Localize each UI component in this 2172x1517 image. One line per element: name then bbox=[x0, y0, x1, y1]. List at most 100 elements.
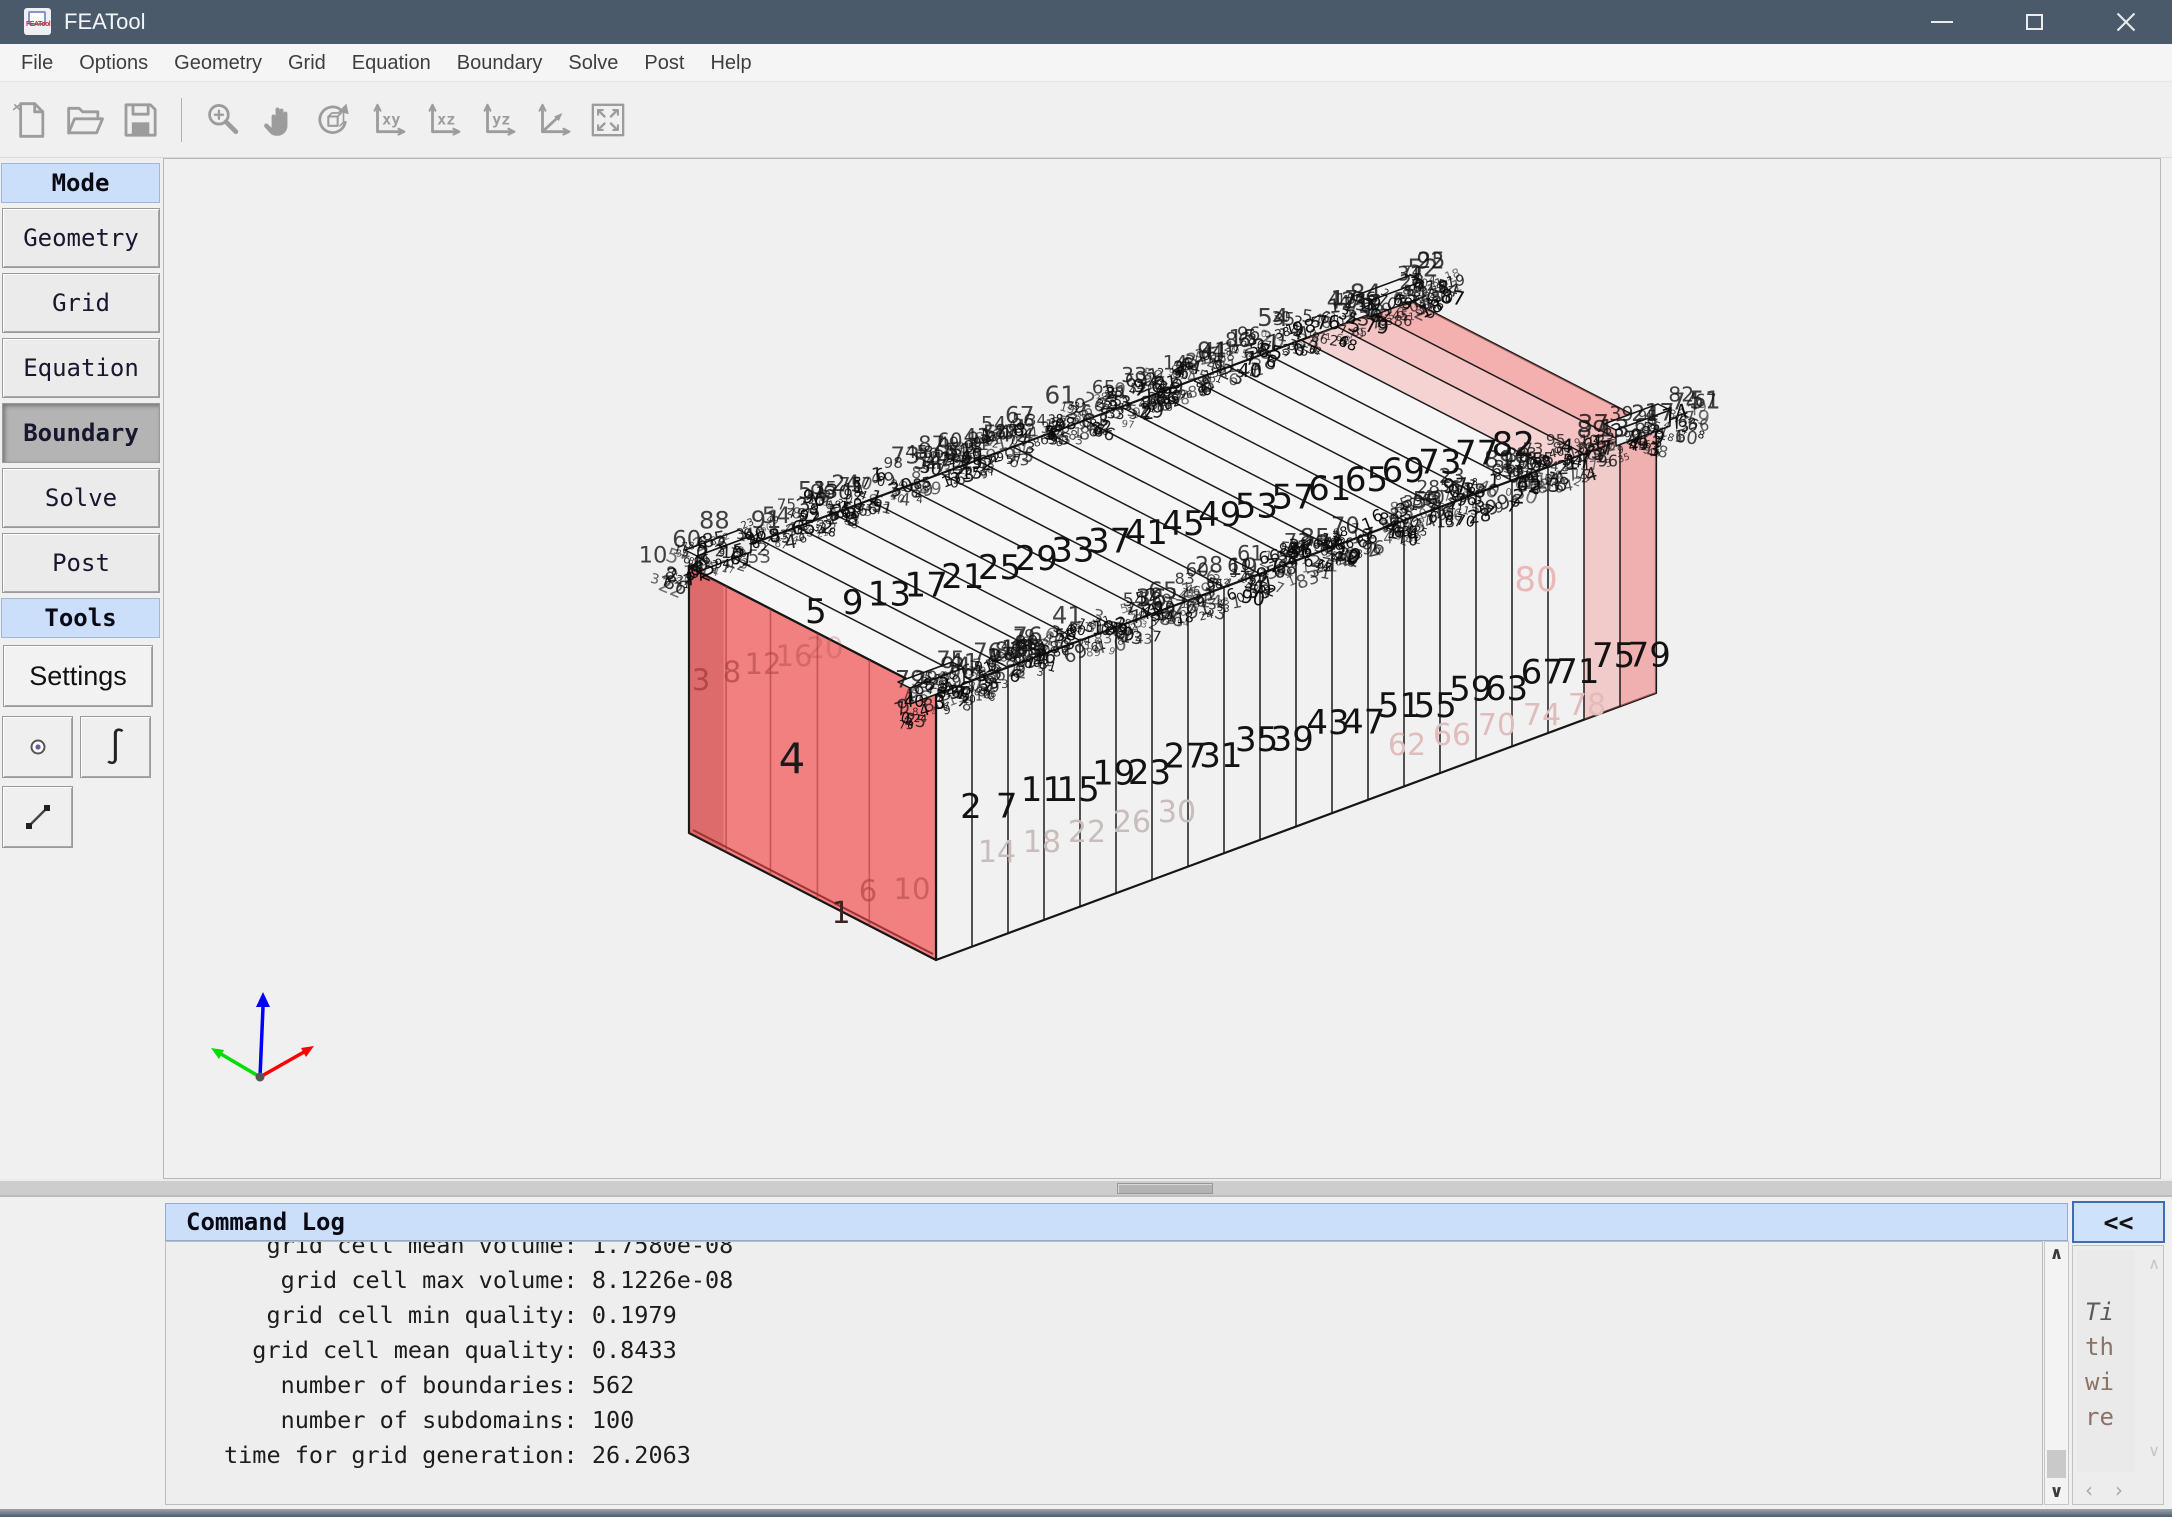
toolbar-separator bbox=[181, 98, 182, 142]
svg-text:57: 57 bbox=[1005, 452, 1022, 468]
menu-boundary[interactable]: Boundary bbox=[444, 44, 556, 81]
line-probe-tool-button[interactable] bbox=[2, 786, 73, 848]
command-log-output[interactable]: grid cell mean volume: 1.7580e-08 grid c… bbox=[165, 1241, 2043, 1505]
svg-text:36: 36 bbox=[1136, 584, 1167, 613]
axis-triad bbox=[211, 992, 314, 1082]
svg-text:39: 39 bbox=[1609, 402, 1633, 425]
view-3d-axes-button[interactable] bbox=[529, 94, 577, 146]
mode-grid-button[interactable]: Grid bbox=[2, 273, 160, 333]
command-log-text: grid cell mean volume: 1.7580e-08 grid c… bbox=[166, 1241, 2042, 1473]
svg-text:77: 77 bbox=[874, 502, 892, 519]
menu-options[interactable]: Options bbox=[66, 44, 161, 81]
svg-text:xy: xy bbox=[382, 111, 400, 129]
maximize-button[interactable] bbox=[1988, 0, 2080, 44]
svg-text:25: 25 bbox=[903, 710, 928, 733]
view-xz-button[interactable]: xz bbox=[419, 94, 467, 146]
settings-button[interactable]: Settings bbox=[3, 645, 153, 707]
window-border bbox=[0, 1509, 2172, 1517]
menu-help[interactable]: Help bbox=[697, 44, 764, 81]
splitter-handle[interactable] bbox=[1117, 1183, 1213, 1194]
boundary-plot[interactable]: 1418222630626670747880381216201610457300… bbox=[164, 159, 2160, 1178]
minimize-button[interactable] bbox=[1896, 0, 1988, 44]
svg-text:8: 8 bbox=[1472, 477, 1479, 488]
save-button[interactable] bbox=[116, 94, 164, 146]
boundary-number-label: 6 bbox=[859, 874, 877, 908]
mode-boundary-button[interactable]: Boundary bbox=[2, 403, 160, 463]
svg-text:16: 16 bbox=[1342, 557, 1355, 568]
svg-text:75: 75 bbox=[936, 647, 965, 673]
svg-text:xz: xz bbox=[437, 111, 455, 129]
close-button[interactable] bbox=[2080, 0, 2172, 44]
zoom-extents-icon bbox=[587, 99, 629, 141]
plot-canvas[interactable]: 1418222630626670747880381216201610457300… bbox=[163, 158, 2161, 1179]
close-icon bbox=[2115, 11, 2137, 33]
open-file-button[interactable] bbox=[61, 94, 109, 146]
svg-text:28: 28 bbox=[1399, 271, 1424, 294]
svg-text:47: 47 bbox=[1339, 293, 1360, 312]
boundary-number-label: 30 bbox=[1158, 795, 1196, 830]
svg-text:75: 75 bbox=[838, 474, 862, 497]
tip-text-fragment: wi bbox=[2085, 1368, 2114, 1396]
svg-text:1: 1 bbox=[1301, 560, 1311, 577]
tips-scroll-down-icon[interactable]: ∨ bbox=[2148, 1441, 2160, 1460]
svg-text:7: 7 bbox=[661, 575, 670, 590]
menu-grid[interactable]: Grid bbox=[275, 44, 339, 81]
svg-text:85: 85 bbox=[912, 474, 933, 494]
line-segment-icon bbox=[21, 800, 55, 834]
command-log-header: Command Log bbox=[165, 1203, 2068, 1241]
zoom-extents-button[interactable] bbox=[584, 94, 632, 146]
view-xy-button[interactable]: xy bbox=[364, 94, 412, 146]
mode-post-button[interactable]: Post bbox=[2, 533, 160, 593]
view-yz-button[interactable]: yz bbox=[474, 94, 522, 146]
mode-equation-button[interactable]: Equation bbox=[2, 338, 160, 398]
zoom-button[interactable] bbox=[199, 94, 247, 146]
pan-button[interactable] bbox=[254, 94, 302, 146]
save-icon bbox=[119, 99, 161, 141]
svg-text:73: 73 bbox=[1284, 529, 1311, 554]
tips-text-area bbox=[2077, 1250, 2135, 1472]
pan-icon bbox=[257, 99, 299, 141]
svg-text:14: 14 bbox=[1163, 352, 1188, 375]
app-icon[interactable]: FEATool bbox=[24, 8, 51, 35]
boundary-number-label: 5 bbox=[805, 592, 827, 632]
menu-file[interactable]: File bbox=[8, 44, 66, 81]
mode-solve-button[interactable]: Solve bbox=[2, 468, 160, 528]
splitter[interactable] bbox=[0, 1179, 2172, 1197]
tools-header: Tools bbox=[1, 598, 160, 638]
boundary-number-label: 1 bbox=[831, 896, 850, 931]
point-probe-tool-button[interactable] bbox=[2, 716, 73, 778]
log-scrollbar[interactable]: ∧ ∨ bbox=[2044, 1241, 2069, 1505]
mode-geometry-button[interactable]: Geometry bbox=[2, 208, 160, 268]
menu-post[interactable]: Post bbox=[631, 44, 697, 81]
svg-text:76: 76 bbox=[973, 640, 1002, 666]
tips-page-nav[interactable]: ‹› bbox=[2085, 1478, 2145, 1502]
scroll-down-icon[interactable]: ∨ bbox=[2045, 1482, 2068, 1502]
boundary-number-label: 4 bbox=[779, 734, 806, 783]
boundary-number-label: 78 bbox=[1568, 688, 1606, 723]
integral-tool-button[interactable]: ∫ bbox=[80, 716, 151, 778]
menu-geometry[interactable]: Geometry bbox=[161, 44, 275, 81]
scroll-up-icon[interactable]: ∧ bbox=[2045, 1244, 2068, 1264]
new-file-button[interactable] bbox=[6, 94, 54, 146]
scrollbar-thumb[interactable] bbox=[2047, 1450, 2066, 1478]
boundary-number-label: 22 bbox=[1068, 815, 1106, 850]
svg-text:35: 35 bbox=[813, 478, 837, 499]
rotate-3d-button[interactable] bbox=[309, 94, 357, 146]
svg-text:2: 2 bbox=[1581, 471, 1588, 485]
svg-text:34: 34 bbox=[1027, 411, 1047, 430]
svg-text:60: 60 bbox=[937, 429, 962, 453]
menu-solve[interactable]: Solve bbox=[555, 44, 631, 81]
collapse-panel-button[interactable]: << bbox=[2072, 1201, 2165, 1243]
boundary-number-label: 74 bbox=[1523, 698, 1561, 733]
svg-text:98: 98 bbox=[884, 454, 903, 472]
svg-text:24: 24 bbox=[1198, 607, 1215, 624]
svg-text:86: 86 bbox=[1394, 313, 1413, 330]
svg-text:91: 91 bbox=[751, 505, 782, 534]
boundary-number-label: 2 bbox=[960, 787, 982, 827]
svg-text:10: 10 bbox=[639, 542, 668, 568]
tip-text-fragment: th bbox=[2085, 1333, 2114, 1361]
menu-equation[interactable]: Equation bbox=[339, 44, 444, 81]
svg-text:93: 93 bbox=[1044, 423, 1064, 442]
svg-text:10: 10 bbox=[1579, 431, 1598, 449]
tips-scroll-up-icon[interactable]: ∧ bbox=[2148, 1254, 2160, 1273]
